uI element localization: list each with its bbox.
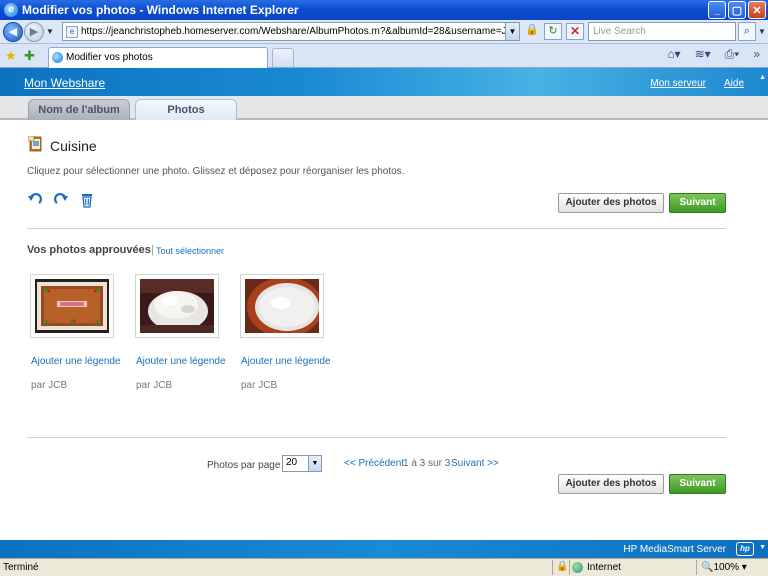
add-favorites-icon[interactable]: ✚ (24, 48, 35, 64)
tab-photos[interactable]: Photos (135, 99, 237, 120)
search-options-icon[interactable]: ▼ (756, 22, 768, 41)
security-lock-icon[interactable]: 🔒 (556, 561, 568, 572)
section-separator: | (151, 244, 154, 256)
tab-album-name[interactable]: Nom de l'album (28, 99, 130, 120)
divider-bottom (27, 437, 726, 438)
search-input[interactable]: Live Search (588, 22, 736, 41)
minimize-button[interactable]: _ (708, 1, 726, 19)
navigation-bar: ◀ ▶ ▼ e https://jeanchristopheb.homeserv… (0, 20, 768, 44)
history-dropdown[interactable]: ▼ (44, 27, 56, 36)
page-icon: e (66, 26, 78, 38)
search-button[interactable]: ⌕ (738, 22, 756, 41)
forward-button[interactable]: ▶ (24, 21, 44, 42)
photos-per-page-label: Photos par page : (207, 460, 286, 471)
delete-icon[interactable] (79, 192, 95, 208)
photo-thumbnail[interactable] (240, 274, 324, 338)
status-divider (696, 560, 697, 575)
window-controls: _ ▢ ✕ (708, 1, 766, 19)
page-viewport: Mon Webshare Mon serveur Aide ▲ Nom de l… (0, 68, 768, 558)
photo-caption-link[interactable]: Ajouter une légende (241, 356, 331, 367)
add-photos-button-top[interactable]: Ajouter des photos (558, 193, 664, 213)
next-page-link[interactable]: Suivant >> (451, 458, 499, 469)
address-text: https://jeanchristopheb.homeserver.com/W… (81, 26, 519, 37)
divider-top (27, 228, 726, 229)
new-tab-button[interactable] (272, 48, 294, 67)
photo-tools (27, 192, 95, 208)
zoom-text: 100% (713, 562, 740, 573)
header-links: Mon serveur Aide (650, 78, 744, 89)
zone-text: Internet (587, 562, 621, 573)
photos-per-page-value: 20 (286, 457, 298, 468)
scroll-down-icon[interactable]: ▼ (759, 544, 766, 551)
page-count: 1 à 3 sur 3 (403, 458, 451, 469)
photo-meringue (140, 279, 214, 333)
back-button[interactable]: ◀ (3, 21, 23, 42)
approved-photos-title: Vos photos approuvées (27, 244, 151, 256)
address-dropdown-icon[interactable]: ▼ (505, 23, 519, 40)
home-icon[interactable]: ⌂▾ (667, 47, 680, 62)
photo-owner: par JCB (136, 380, 173, 391)
status-divider (569, 560, 570, 575)
print-icon[interactable]: ⎙▾ (725, 47, 740, 62)
security-zone[interactable]: Internet (572, 562, 621, 573)
more-icon[interactable]: » (753, 47, 760, 62)
footer-text: HP MediaSmart Server (623, 544, 726, 555)
photo-caption-link[interactable]: Ajouter une légende (136, 356, 226, 367)
add-photos-button-bottom[interactable]: Ajouter des photos (558, 474, 664, 494)
command-bar: ⌂▾ ≋▾ ⎙▾ » (667, 47, 760, 62)
ie-icon: e (4, 3, 18, 17)
address-bar[interactable]: e https://jeanchristopheb.homeserver.com… (62, 22, 520, 41)
zoom-level[interactable]: 🔍100% ▾ (701, 562, 747, 573)
status-text: Terminé (3, 562, 39, 573)
photo-caption-link[interactable]: Ajouter une légende (31, 356, 121, 367)
photo-owner: par JCB (241, 380, 278, 391)
tab-bar: ★ ✚ Modifier vos photos ⌂▾ ≋▾ ⎙▾ » (0, 44, 768, 68)
scroll-up-icon[interactable]: ▲ (759, 74, 766, 81)
brand-link[interactable]: Mon Webshare (24, 76, 105, 90)
hp-logo: hp (736, 542, 754, 556)
site-header: Mon Webshare Mon serveur Aide ▲ (0, 68, 768, 96)
lock-icon[interactable]: 🔒 (524, 23, 540, 40)
feeds-icon[interactable]: ≋▾ (695, 47, 711, 62)
chevron-down-icon[interactable]: ▼ (308, 456, 321, 471)
photo-thumbnail[interactable] (30, 274, 114, 338)
photos-per-page-select[interactable]: 20 ▼ (282, 455, 322, 472)
close-button[interactable]: ✕ (748, 1, 766, 19)
album-tabs: Nom de l'album Photos (0, 96, 768, 120)
header-link-help[interactable]: Aide (724, 78, 744, 89)
status-divider (552, 560, 553, 575)
next-button-bottom[interactable]: Suivant (669, 474, 726, 494)
photo-thumbnail[interactable] (135, 274, 219, 338)
photo-cake (35, 279, 109, 333)
header-link-server[interactable]: Mon serveur (650, 78, 706, 89)
tab-ie-icon (52, 52, 63, 63)
rotate-right-icon[interactable] (53, 192, 69, 208)
stop-button[interactable]: ✕ (566, 23, 584, 40)
next-button-top[interactable]: Suivant (669, 193, 726, 213)
globe-icon (572, 562, 583, 573)
photo-bowl (245, 279, 319, 333)
instructions-text: Cliquez pour sélectionner une photo. Gli… (27, 166, 405, 177)
window-titlebar: e Modifier vos photos - Windows Internet… (0, 0, 768, 20)
tab-title: Modifier vos photos (66, 52, 153, 63)
album-icon (28, 136, 42, 152)
rotate-left-icon[interactable] (27, 192, 43, 208)
favorites-star-icon[interactable]: ★ (5, 48, 17, 64)
browser-tab[interactable]: Modifier vos photos (48, 47, 268, 68)
select-all-link[interactable]: Tout sélectionner (156, 246, 224, 256)
maximize-button[interactable]: ▢ (728, 1, 746, 19)
previous-page-link[interactable]: << Précédent (344, 458, 404, 469)
window-title: Modifier vos photos - Windows Internet E… (22, 3, 299, 17)
photo-owner: par JCB (31, 380, 68, 391)
site-footer: HP MediaSmart Server hp (0, 540, 768, 558)
status-bar: Terminé 🔒 Internet 🔍100% ▾ (0, 558, 768, 576)
refresh-button[interactable]: ↻ (544, 23, 562, 40)
album-title: Cuisine (50, 138, 97, 154)
